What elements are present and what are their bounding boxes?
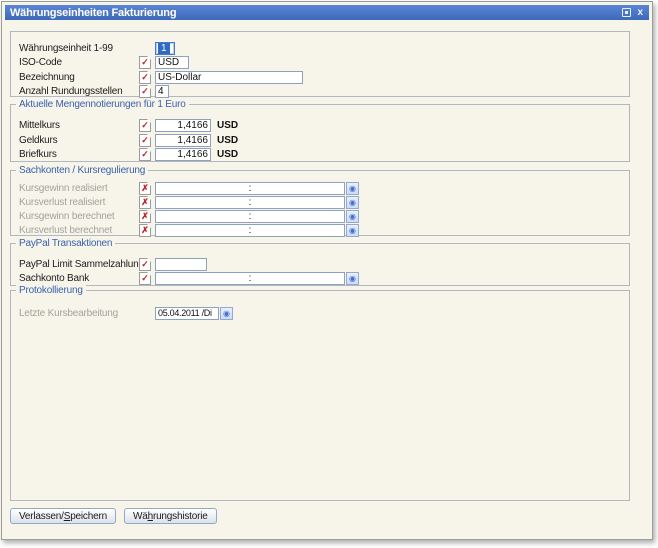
field-label: Briefkurs [19, 149, 139, 160]
cross-icon[interactable]: ✗ [139, 182, 151, 195]
field-label: Kursgewinn berechnet [19, 211, 139, 222]
briefkurs-row: Briefkurs ✓ 1,4166 USD [19, 147, 625, 161]
dialog-window: Währungseinheiten Fakturierung x Währung… [1, 1, 653, 540]
field-label: Geldkurs [19, 135, 139, 146]
iso-code-field[interactable]: USD [155, 56, 189, 69]
group-protocol: Protokollierung Letzte Kursbearbeitung 0… [10, 290, 630, 501]
field-label: Kursverlust berechnet [19, 225, 139, 236]
button-label: Wä [133, 511, 148, 522]
group-title: Protokollierung [16, 285, 86, 296]
rounding-digits-field[interactable]: 4 [155, 85, 169, 98]
field-label: Mittelkurs [19, 120, 139, 131]
check-icon[interactable]: ✓ [139, 148, 151, 161]
field-label: Sachkonto Bank [19, 273, 139, 284]
check-icon[interactable]: ✓ [139, 134, 151, 147]
briefkurs-field[interactable]: 1,4166 [155, 148, 211, 161]
kursverlust-berechnet-row: Kursverlust berechnet ✗ : ◉ [19, 223, 625, 237]
kursgewinn-berechnet-field[interactable]: : [155, 210, 345, 223]
lookup-button[interactable]: ◉ [346, 210, 359, 223]
lookup-button[interactable]: ◉ [346, 196, 359, 209]
currency-unit-label: USD [217, 149, 238, 160]
currency-unit-field[interactable]: 1 [155, 42, 175, 55]
group-paypal: PayPal Transaktionen PayPal Limit Sammel… [10, 243, 630, 286]
rounding-digits-row: Anzahl Rundungsstellen ✓ 4 [19, 84, 625, 98]
field-label: Kursgewinn realisiert [19, 183, 139, 194]
group-title: Aktuelle Mengennotierungen für 1 Euro [16, 99, 189, 110]
check-icon[interactable]: ✓ [139, 56, 151, 69]
button-label: Verlassen/ [19, 511, 64, 522]
kursgewinn-berechnet-row: Kursgewinn berechnet ✗ : ◉ [19, 209, 625, 223]
geldkurs-field[interactable]: 1,4166 [155, 134, 211, 147]
group-general: Währungseinheit 1-99 1 ISO-Code ✓ USD Be… [10, 31, 630, 97]
group-title: Sachkonten / Kursregulierung [16, 165, 148, 176]
lookup-button[interactable]: ◉ [346, 182, 359, 195]
close-icon[interactable]: x [637, 8, 643, 17]
mittelkurs-field[interactable]: 1,4166 [155, 119, 211, 132]
kursgewinn-realisiert-row: Kursgewinn realisiert ✗ : ◉ [19, 181, 625, 195]
paypal-limit-row: PayPal Limit Sammelzahlung ✓ [19, 257, 625, 271]
cross-icon[interactable]: ✗ [139, 196, 151, 209]
check-icon[interactable]: ✓ [139, 272, 151, 285]
check-icon[interactable]: ✓ [139, 119, 151, 132]
lookup-button[interactable]: ◉ [346, 224, 359, 237]
field-label: Bezeichnung [19, 72, 139, 83]
selected-text: 1 [158, 43, 170, 54]
button-label: peichern [70, 511, 107, 522]
kursverlust-realisiert-row: Kursverlust realisiert ✗ : ◉ [19, 195, 625, 209]
field-label: PayPal Limit Sammelzahlung [19, 259, 139, 270]
window-title: Währungseinheiten Fakturierung [5, 7, 176, 19]
mittelkurs-row: Mittelkurs ✓ 1,4166 USD [19, 118, 625, 132]
sachkonto-bank-row: Sachkonto Bank ✓ : ◉ [19, 271, 625, 285]
letzte-kursbearbeitung-row: Letzte Kursbearbeitung 05.04.2011 /Di ◉ [19, 306, 625, 320]
titlebar-controls: x [622, 8, 649, 17]
spinner-button[interactable]: ◉ [220, 307, 233, 320]
lookup-button[interactable]: ◉ [346, 272, 359, 285]
field-label: Letzte Kursbearbeitung [19, 308, 139, 319]
currency-unit-label: USD [217, 135, 238, 146]
kursverlust-berechnet-field[interactable]: : [155, 224, 345, 237]
waehrungshistorie-button[interactable]: Währungshistorie [124, 508, 217, 524]
currency-unit-label: USD [217, 120, 238, 131]
field-label: Kursverlust realisiert [19, 197, 139, 208]
restore-icon[interactable] [622, 8, 631, 17]
button-label: rungshistorie [153, 511, 208, 522]
kursgewinn-realisiert-field[interactable]: : [155, 182, 345, 195]
cross-icon[interactable]: ✗ [139, 224, 151, 237]
bezeichnung-row: Bezeichnung ✓ US-Dollar [19, 70, 625, 84]
verlassen-speichern-button[interactable]: Verlassen/Speichern [10, 508, 116, 524]
letzte-kursbearbeitung-field[interactable]: 05.04.2011 /Di [155, 307, 219, 320]
currency-unit-row: Währungseinheit 1-99 1 [19, 41, 625, 55]
group-accounts: Sachkonten / Kursregulierung Kursgewinn … [10, 170, 630, 236]
field-label: Anzahl Rundungsstellen [19, 86, 139, 97]
group-title: PayPal Transaktionen [16, 238, 115, 249]
kursverlust-realisiert-field[interactable]: : [155, 196, 345, 209]
check-icon[interactable]: ✓ [139, 85, 151, 98]
paypal-limit-field[interactable] [155, 258, 207, 271]
sachkonto-bank-field[interactable]: : [155, 272, 345, 285]
bezeichnung-field[interactable]: US-Dollar [155, 71, 303, 84]
geldkurs-row: Geldkurs ✓ 1,4166 USD [19, 133, 625, 147]
iso-code-row: ISO-Code ✓ USD [19, 55, 625, 69]
check-icon[interactable]: ✓ [139, 258, 151, 271]
field-label: Währungseinheit 1-99 [19, 43, 139, 54]
group-quotes: Aktuelle Mengennotierungen für 1 Euro Mi… [10, 104, 630, 162]
field-label: ISO-Code [19, 57, 139, 68]
title-bar[interactable]: Währungseinheiten Fakturierung x [5, 5, 649, 20]
check-icon[interactable]: ✓ [139, 71, 151, 84]
footer-button-bar: Verlassen/Speichern Währungshistorie [10, 508, 217, 524]
cross-icon[interactable]: ✗ [139, 210, 151, 223]
